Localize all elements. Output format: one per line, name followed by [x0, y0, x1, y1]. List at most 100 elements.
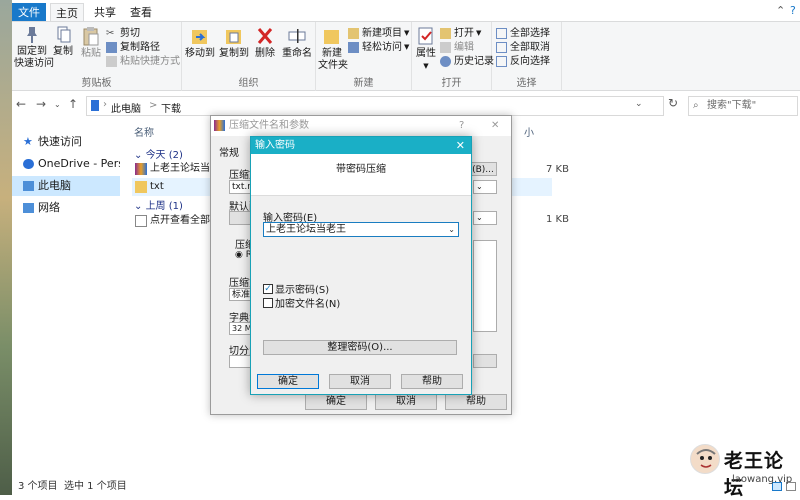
- new-item-button[interactable]: 新建项目 ▼: [348, 27, 409, 40]
- forward-arrow-icon[interactable]: →: [36, 97, 46, 111]
- organize-passwords-button[interactable]: 整理密码(O)...: [263, 340, 457, 355]
- history-icon: [440, 56, 451, 67]
- select-all-button[interactable]: 全部选择: [496, 27, 550, 40]
- column-header-name[interactable]: 名称: [134, 124, 154, 139]
- column-header-size[interactable]: 小: [524, 124, 534, 139]
- desktop-wallpaper-strip: [0, 0, 12, 495]
- edit-button[interactable]: 编辑: [440, 41, 474, 54]
- organize-group-label: 组织: [238, 78, 259, 89]
- watermark-logo: 老王论坛 laowang.vip: [690, 444, 798, 499]
- file-name: txt: [150, 181, 164, 192]
- properties-dropdown-icon: ▼: [423, 62, 429, 70]
- chevron-down-icon: ⌄: [476, 213, 483, 222]
- browse-button[interactable]: (B)...: [469, 162, 497, 176]
- cut-button[interactable]: ✂ 剪切: [106, 27, 140, 40]
- paste-shortcut-button[interactable]: 粘贴快捷方式: [106, 55, 180, 68]
- easy-access-button[interactable]: 轻松访问 ▼: [348, 41, 409, 54]
- open-group: 属性 ▼ 打开 ▼ 编辑 历史记录 打开: [412, 22, 494, 91]
- pin-quick-access-button[interactable]: 固定到 快速访问: [14, 26, 54, 70]
- open-icon: [440, 28, 451, 39]
- refresh-icon[interactable]: ↻: [668, 96, 678, 110]
- select-all-icon: [496, 28, 507, 39]
- compress-help-icon[interactable]: ?: [459, 116, 464, 136]
- help-button[interactable]: 帮助: [401, 374, 463, 389]
- mascot-face-drawing: [696, 449, 716, 468]
- compress-dialog-titlebar: 压缩文件名和参数 ? ✕: [211, 116, 511, 136]
- checkbox-checked-icon: ✓: [263, 283, 273, 294]
- paste-button[interactable]: 粘贴: [78, 26, 104, 60]
- copy-button[interactable]: 复制: [50, 26, 76, 58]
- compress-close-icon[interactable]: ✕: [491, 116, 499, 136]
- new-item-label: 新建项目: [362, 28, 402, 39]
- file-size: 1 KB: [546, 214, 569, 225]
- cancel-button[interactable]: 取消: [329, 374, 391, 389]
- close-icon[interactable]: ✕: [456, 137, 465, 154]
- search-input[interactable]: ⌕ 搜索"下载": [688, 96, 798, 116]
- properties-button[interactable]: 属性 ▼: [414, 26, 438, 72]
- rename-button[interactable]: 重命名: [280, 26, 314, 60]
- help-icon[interactable]: ?: [790, 4, 796, 17]
- ok-button[interactable]: 确定: [257, 374, 319, 389]
- update-mode-dropdown[interactable]: ⌄: [473, 211, 497, 225]
- address-box[interactable]: › 此电脑 > 下载 ⌄: [86, 96, 664, 116]
- sidebar-item-onedrive[interactable]: OneDrive - Persona: [12, 154, 120, 174]
- easy-access-icon: [348, 42, 359, 53]
- winrar-icon: [214, 120, 225, 131]
- copy-to-button[interactable]: 复制到: [218, 26, 250, 60]
- compress-cancel-button[interactable]: 取消: [375, 394, 437, 410]
- chevron-down-icon: ⌄: [134, 201, 146, 212]
- tab-home[interactable]: 主页: [50, 3, 84, 22]
- tab-share[interactable]: 共享: [88, 3, 122, 22]
- encrypt-filenames-checkbox[interactable]: 加密文件名(N): [263, 295, 340, 310]
- up-arrow-icon[interactable]: ↑: [68, 97, 78, 111]
- selected-count: 选中 1 个项目: [64, 481, 127, 492]
- move-to-button[interactable]: 移动到: [184, 26, 216, 60]
- sidebar-item-quick-access[interactable]: ★ 快速访问: [12, 132, 120, 152]
- address-dropdown-icon[interactable]: ⌄: [635, 99, 643, 109]
- item-count: 3 个项目: [18, 481, 58, 492]
- delete-button[interactable]: 删除: [252, 26, 278, 60]
- new-folder-icon: [324, 30, 339, 44]
- password-input[interactable]: 上老王论坛当老王 ⌄: [263, 222, 459, 237]
- scissors-icon: ✂: [106, 28, 115, 39]
- new-folder-button[interactable]: 新建 文件夹: [318, 26, 348, 72]
- copy-path-button[interactable]: 复制路径: [106, 41, 160, 54]
- watermark-url: laowang.vip: [732, 474, 793, 485]
- tab-file[interactable]: 文件: [12, 3, 46, 22]
- history-button[interactable]: 历史记录: [440, 55, 494, 68]
- group-header-today[interactable]: ⌄ 今天 (2): [134, 146, 183, 161]
- search-icon: ⌕: [693, 100, 699, 111]
- sidebar-item-label: OneDrive - Persona: [38, 157, 120, 170]
- open-dropdown-icon: ▼: [476, 29, 482, 37]
- sidebar-item-this-pc[interactable]: 此电脑: [12, 176, 120, 196]
- group-lastweek-label: 上周 (1): [145, 201, 183, 212]
- open-button[interactable]: 打开 ▼: [440, 27, 481, 40]
- easy-access-label: 轻松访问: [362, 42, 402, 53]
- group-header-last-week[interactable]: ⌄ 上周 (1): [134, 197, 183, 212]
- paste-icon: [83, 27, 99, 46]
- tab-general[interactable]: 常规: [219, 144, 239, 159]
- back-arrow-icon[interactable]: ←: [16, 97, 26, 111]
- breadcrumb-this-pc[interactable]: 此电脑: [111, 100, 141, 115]
- rename-label: 重命名: [282, 48, 312, 59]
- rar-archive-icon: [135, 163, 147, 175]
- collapse-ribbon-icon[interactable]: ⌃: [776, 4, 785, 17]
- new-folder-label: 新建 文件夹: [318, 48, 348, 71]
- computer-icon: [23, 181, 34, 191]
- clipboard-group: 固定到 快速访问 复制 粘贴 ✂ 剪切 复制路径 粘贴快捷方式 剪贴板: [12, 22, 182, 91]
- recent-locations-chevron-icon[interactable]: ⌄: [54, 100, 61, 109]
- show-password-checkbox[interactable]: ✓ 显示密码(S): [263, 281, 329, 296]
- chevron-down-icon[interactable]: ⌄: [448, 223, 455, 236]
- compress-ok-button[interactable]: 确定: [305, 394, 367, 410]
- set-password-button[interactable]: [473, 354, 497, 368]
- invert-selection-button[interactable]: 反向选择: [496, 55, 550, 68]
- breadcrumb-downloads[interactable]: 下载: [161, 100, 181, 115]
- tab-view[interactable]: 查看: [124, 3, 158, 22]
- cut-label: 剪切: [120, 28, 140, 39]
- select-none-button[interactable]: 全部取消: [496, 41, 550, 54]
- compress-help-button[interactable]: 帮助: [445, 394, 507, 410]
- archive-name-dropdown[interactable]: ⌄: [473, 180, 497, 194]
- sidebar-item-network[interactable]: 网络: [12, 198, 120, 218]
- invert-selection-icon: [496, 56, 507, 67]
- properties-icon: [418, 27, 433, 45]
